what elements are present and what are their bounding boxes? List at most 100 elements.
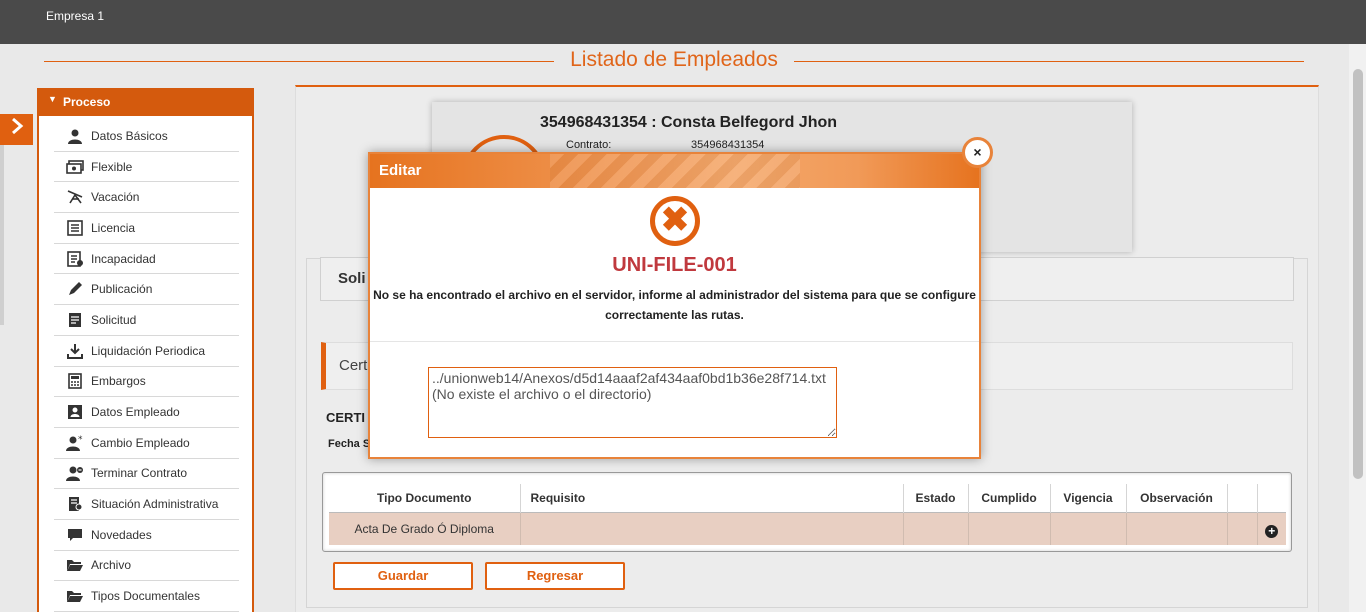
sidebar-item-label: Cambio Empleado	[91, 435, 190, 450]
user-star-icon: *	[66, 435, 84, 451]
sidebar-item-incapacidad[interactable]: Incapacidad	[54, 244, 239, 275]
sidebar-header[interactable]: ▼ Proceso	[39, 88, 252, 116]
sidebar-item-label: Liquidación Periodica	[91, 343, 206, 358]
certificate-title: Cert	[339, 357, 368, 374]
close-icon[interactable]: ×	[962, 137, 993, 168]
sidebar-item-liquidacion-periodica[interactable]: Liquidación Periodica	[54, 336, 239, 367]
document-user-icon	[66, 496, 84, 512]
title-divider-left	[44, 61, 554, 62]
sidebar-item-archivo[interactable]: Archivo	[54, 551, 239, 582]
sidebar-toggle-button[interactable]	[0, 114, 33, 145]
left-strip	[0, 145, 4, 325]
page-title-row: Listado de Empleados	[44, 48, 1304, 74]
column-header: Cumplido	[968, 484, 1051, 512]
sidebar-item-datos-empleado[interactable]: Datos Empleado	[54, 397, 239, 428]
column-header: Tipo Documento	[329, 484, 521, 512]
modal-header[interactable]: Editar	[370, 154, 979, 188]
company-name[interactable]: Empresa 1	[46, 9, 104, 23]
top-bar: Empresa 1	[0, 0, 1366, 44]
sidebar-item-label: Terminar Contrato	[91, 466, 188, 481]
error-message: No se ha encontrado el archivo en el ser…	[373, 288, 976, 322]
sidebar-item-label: Flexible	[91, 159, 133, 174]
user-remove-icon	[66, 465, 84, 482]
user-icon	[66, 128, 84, 144]
header-pattern	[550, 154, 800, 188]
contract-value: 354968431354	[691, 139, 765, 151]
sidebar: ▼ Proceso Datos Básicos Flexible Vacació…	[37, 88, 254, 612]
sidebar-menu: Datos Básicos Flexible Vacación Licencia…	[39, 116, 252, 612]
sidebar-item-licencia[interactable]: Licencia	[54, 213, 239, 244]
document-icon	[66, 312, 84, 328]
column-header	[1257, 484, 1286, 512]
sidebar-item-label: Archivo	[91, 558, 132, 573]
column-header	[1227, 484, 1258, 512]
error-x-icon: ✖	[650, 196, 700, 246]
employee-name: 354968431354 : Consta Belfegord Jhon	[540, 114, 838, 131]
calculator-icon	[66, 373, 84, 390]
sidebar-item-label: Publicación	[91, 282, 153, 297]
sidebar-item-terminar-contrato[interactable]: Terminar Contrato	[54, 459, 239, 490]
sidebar-item-cambio-empleado[interactable]: * Cambio Empleado	[54, 428, 239, 459]
cell-add: +	[1257, 511, 1286, 545]
sidebar-item-label: Incapacidad	[91, 251, 156, 266]
documents-table: Tipo Documento Requisito Estado Cumplido…	[329, 484, 1286, 545]
page-title: Listado de Empleados	[570, 48, 778, 71]
edit-modal: Editar ✖ UNI-FILE-001 No se ha encontrad…	[368, 152, 981, 459]
scrollbar[interactable]	[1349, 44, 1366, 612]
cell-tipo-documento: Acta De Grado Ó Diploma	[329, 511, 521, 545]
money-icon	[66, 159, 84, 175]
sidebar-item-label: Datos Básicos	[91, 128, 168, 143]
contract-label: Contrato:	[566, 139, 612, 151]
back-button[interactable]: Regresar	[485, 562, 625, 590]
sidebar-item-situacion-administrativa[interactable]: Situación Administrativa	[54, 489, 239, 520]
save-button[interactable]: Guardar	[333, 562, 473, 590]
table-header-row: Tipo Documento Requisito Estado Cumplido…	[329, 484, 1286, 512]
fecha-label: Fecha S	[328, 438, 371, 450]
sidebar-item-flexible[interactable]: Flexible	[54, 152, 239, 183]
modal-divider	[370, 341, 979, 342]
column-header: Observación	[1126, 484, 1228, 512]
cell-vigencia	[1050, 511, 1127, 545]
sidebar-item-label: Vacación	[91, 190, 140, 205]
cell-requisito	[520, 511, 904, 545]
scrollbar-thumb[interactable]	[1353, 69, 1363, 479]
beach-chair-icon	[66, 189, 84, 205]
column-header: Estado	[903, 484, 969, 512]
table-row[interactable]: Acta De Grado Ó Diploma +	[329, 511, 1286, 545]
sidebar-item-label: Situación Administrativa	[91, 497, 219, 512]
sidebar-header-label: Proceso	[63, 95, 111, 109]
cell-observacion	[1126, 511, 1228, 545]
sidebar-item-tipos-documentales[interactable]: Tipos Documentales	[54, 581, 239, 612]
sidebar-item-novedades[interactable]: Novedades	[54, 520, 239, 551]
sidebar-item-datos-basicos[interactable]: Datos Básicos	[54, 121, 239, 152]
caret-down-icon: ▼	[48, 94, 57, 104]
sidebar-item-label: Solicitud	[91, 312, 137, 327]
error-code: UNI-FILE-001	[612, 254, 737, 276]
title-divider-right	[794, 61, 1304, 62]
download-icon	[66, 343, 84, 359]
modal-title: Editar	[379, 162, 422, 179]
error-detail-textarea[interactable]: ../unionweb14/Anexos/d5d14aaaf2af434aaf0…	[428, 367, 837, 438]
plus-circle-icon[interactable]: +	[1265, 525, 1279, 539]
sidebar-item-solicitud[interactable]: Solicitud	[54, 305, 239, 336]
cell-cumplido	[968, 511, 1051, 545]
folder-open-icon	[66, 588, 84, 604]
sidebar-item-label: Datos Empleado	[91, 405, 180, 420]
sidebar-item-label: Embargos	[91, 374, 146, 389]
column-header: Vigencia	[1050, 484, 1127, 512]
sidebar-item-publicacion[interactable]: Publicación	[54, 274, 239, 306]
documents-table-container: Tipo Documento Requisito Estado Cumplido…	[322, 472, 1292, 552]
folder-open-icon	[66, 557, 84, 573]
solicitud-title: Soli	[338, 270, 366, 287]
list-icon	[66, 220, 84, 236]
sidebar-item-embargos[interactable]: Embargos	[54, 367, 239, 398]
id-card-icon	[66, 404, 84, 420]
chevron-right-icon	[10, 117, 24, 140]
pencil-icon	[66, 281, 84, 297]
sidebar-item-vacacion[interactable]: Vacación	[54, 182, 239, 214]
medical-icon	[66, 250, 84, 267]
chat-icon	[66, 527, 84, 543]
sidebar-item-label: Tipos Documentales	[91, 589, 200, 604]
certificate-label: CERTI	[326, 410, 365, 425]
cell-estado	[903, 511, 969, 545]
